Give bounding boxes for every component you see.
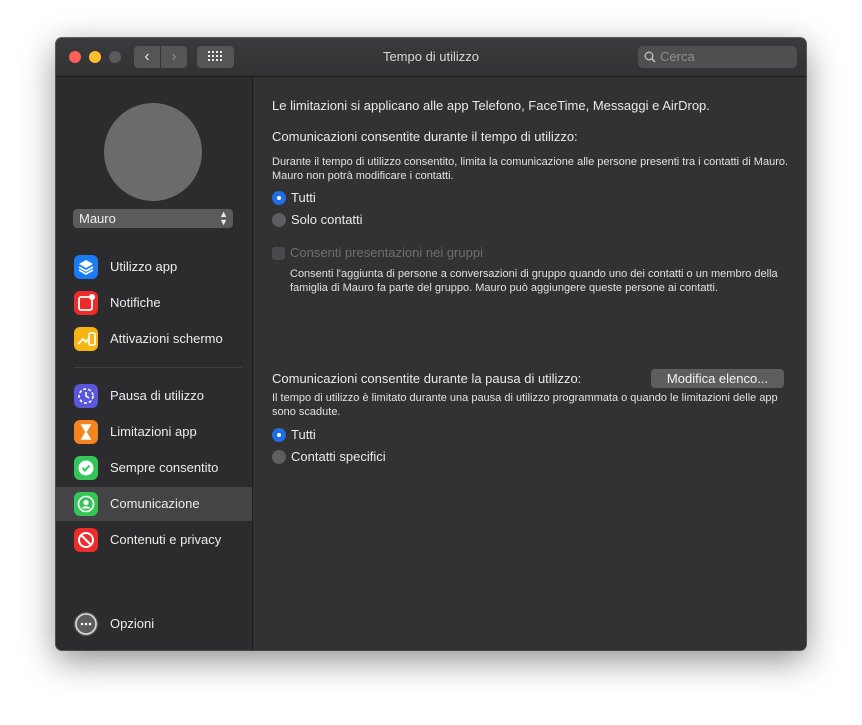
radio-tutti-downtime[interactable] — [272, 428, 286, 442]
contact-icon — [74, 492, 98, 516]
sidebar-item-label: Comunicazione — [110, 496, 200, 511]
checkmark-badge-icon — [74, 456, 98, 480]
communication-pane: Le limitazioni si applicano alle app Tel… — [253, 77, 806, 650]
options-button[interactable]: Opzioni — [56, 607, 252, 641]
restricted-icon — [74, 528, 98, 552]
sidebar-item-contenuti-e-privacy[interactable]: Contenuti e privacy — [56, 523, 252, 557]
downtime-icon — [74, 384, 98, 408]
sidebar-item-attivazioni-schermo[interactable]: Attivazioni schermo — [56, 322, 252, 356]
sidebar-item-comunicazione[interactable]: Comunicazione — [56, 487, 252, 521]
section-description-usage: Durante il tempo di utilizzo consentito,… — [272, 156, 789, 182]
user-select-value: Mauro — [79, 211, 116, 226]
section-heading-usage: Comunicazioni consentite durante il temp… — [272, 129, 578, 144]
search-placeholder: Cerca — [660, 49, 695, 64]
group-introductions-checkbox[interactable] — [272, 247, 285, 260]
radio-contatti-specifici[interactable] — [272, 450, 286, 464]
sidebar-item-label: Pausa di utilizzo — [110, 388, 204, 403]
radio-solo-contatti[interactable] — [272, 213, 286, 227]
sidebar-divider — [74, 367, 242, 368]
radio-label: Tutti — [291, 427, 316, 442]
title-bar: ‹ › Tempo di utilizzo Cerca — [56, 38, 806, 77]
sidebar-item-limitazioni-app[interactable]: Limitazioni app — [56, 415, 252, 449]
checkbox-label: Consenti presentazioni nei gruppi — [290, 245, 483, 260]
radio-label: Solo contatti — [291, 212, 363, 227]
radio-label: Contatti specifici — [291, 449, 386, 464]
sidebar: Mauro ▲ ▼ Utilizzo app Notifiche Attivazi… — [56, 77, 253, 650]
more-options-icon — [74, 612, 98, 636]
section-heading-downtime: Comunicazioni consentite durante la paus… — [272, 371, 582, 386]
search-field[interactable]: Cerca — [638, 46, 797, 68]
hourglass-icon — [74, 420, 98, 444]
user-select[interactable]: Mauro ▲ ▼ — [73, 209, 233, 228]
layers-icon — [74, 255, 98, 279]
sidebar-item-sempre-consentito[interactable]: Sempre consentito — [56, 451, 252, 485]
sidebar-item-label: Sempre consentito — [110, 460, 219, 475]
options-label: Opzioni — [110, 616, 155, 631]
sidebar-item-label: Limitazioni app — [110, 424, 197, 439]
sidebar-item-label: Contenuti e privacy — [110, 532, 222, 547]
chevron-updown-icon: ▲ ▼ — [219, 209, 228, 227]
sidebar-item-notifiche[interactable]: Notifiche — [56, 286, 252, 320]
search-icon — [644, 51, 656, 63]
edit-list-button[interactable]: Modifica elenco... — [651, 369, 784, 388]
sidebar-item-label: Utilizzo app — [110, 259, 178, 274]
sidebar-item-label: Notifiche — [110, 295, 161, 310]
pickups-icon — [74, 327, 98, 351]
avatar — [104, 103, 202, 201]
intro-text: Le limitazioni si applicano alle app Tel… — [272, 98, 710, 113]
group-description: Consenti l'aggiunta di persone a convers… — [290, 268, 778, 294]
screen-time-window: ‹ › Tempo di utilizzo Cerca Mauro ▲ ▼ Ut… — [56, 38, 806, 650]
radio-label: Tutti — [291, 190, 316, 205]
sidebar-item-label: Attivazioni schermo — [110, 331, 223, 346]
sidebar-item-pausa-di-utilizzo[interactable]: Pausa di utilizzo — [56, 379, 252, 413]
section-description-downtime: Il tempo di utilizzo è limitato durante … — [272, 392, 778, 418]
radio-tutti-usage[interactable] — [272, 191, 286, 205]
notification-icon — [74, 291, 98, 315]
sidebar-item-utilizzo-app[interactable]: Utilizzo app — [56, 250, 252, 284]
